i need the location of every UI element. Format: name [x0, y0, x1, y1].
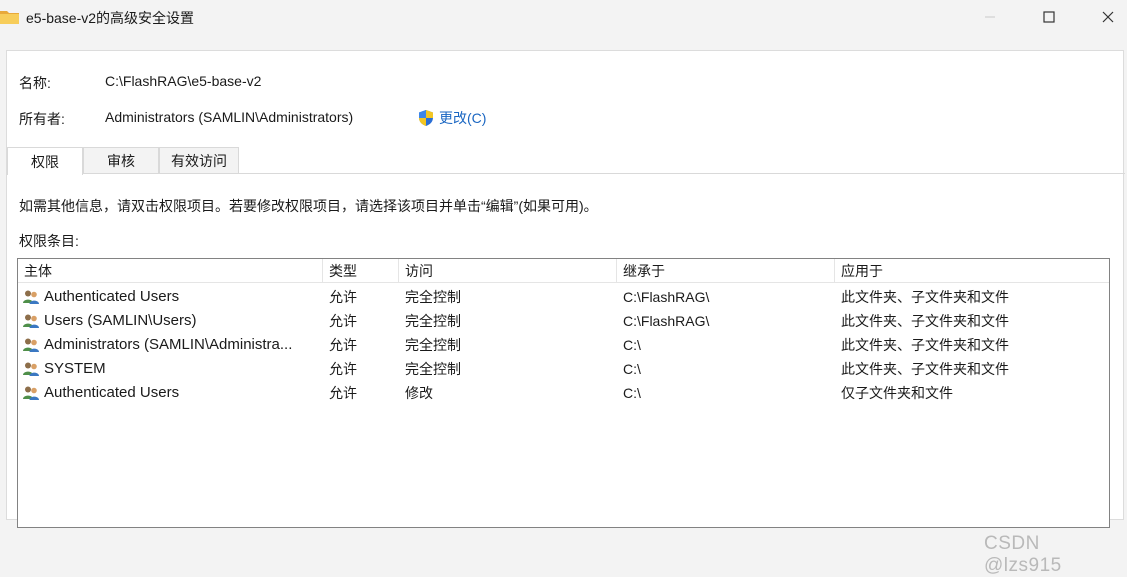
applies-to-cell: 此文件夹、子文件夹和文件 — [841, 289, 1009, 305]
applies-to-cell: 此文件夹、子文件夹和文件 — [841, 361, 1009, 377]
watermark: CSDN @lzs915 — [984, 533, 1062, 576]
principal-cell: Administrators (SAMLIN\Administra... — [18, 333, 323, 357]
applies-to-cell: 仅子文件夹和文件 — [841, 385, 953, 401]
principal-text: Authenticated Users — [44, 288, 180, 305]
column-header-principal[interactable]: 主体 — [18, 259, 323, 283]
change-owner-label: 更改(C) — [439, 110, 487, 126]
principal-text: Administrators (SAMLIN\Administra... — [44, 336, 293, 353]
change-owner-link[interactable]: 更改(C) — [417, 108, 486, 128]
principal-text: SYSTEM — [44, 360, 106, 377]
table-row[interactable]: Users (SAMLIN\Users) 允许 完全控制 C:\FlashRAG\ 此文… — [18, 309, 1109, 333]
owner-label: 所有者: — [19, 111, 65, 127]
user-group-icon — [23, 338, 39, 352]
column-header-applies-to[interactable]: 应用于 — [835, 259, 1109, 283]
inherited-from-cell: C:\ — [623, 385, 641, 401]
window-title: e5-base-v2的高级安全设置 — [26, 10, 195, 26]
close-button[interactable] — [1085, 0, 1127, 34]
principal-cell: Users (SAMLIN\Users) — [18, 309, 323, 333]
tab-permissions-label: 权限 — [31, 153, 59, 170]
inherited-from-cell: C:\ — [623, 361, 641, 377]
maximize-icon — [1043, 11, 1055, 23]
type-cell: 允许 — [329, 337, 357, 353]
access-cell: 完全控制 — [405, 313, 461, 329]
name-label: 名称: — [19, 75, 51, 91]
user-group-icon — [23, 314, 39, 328]
tab-divider — [7, 173, 1125, 174]
access-cell: 完全控制 — [405, 289, 461, 305]
table-row[interactable]: Administrators (SAMLIN\Administra... 允许 完全… — [18, 333, 1109, 357]
table-row[interactable]: Authenticated Users 允许 完全控制 C:\FlashRAG\ 此文件… — [18, 285, 1109, 309]
title-bar: e5-base-v2的高级安全设置 — [0, 0, 1127, 36]
permission-entries-label: 权限条目: — [19, 233, 79, 249]
tab-strip: 权限 审核 有效访问 — [7, 147, 1125, 175]
type-cell: 允许 — [329, 289, 357, 305]
uac-shield-icon — [419, 110, 433, 126]
owner-value: Administrators (SAMLIN\Administrators) — [105, 109, 354, 125]
user-group-icon — [23, 362, 39, 376]
tab-effective-access[interactable]: 有效访问 — [159, 147, 239, 174]
user-group-icon — [23, 386, 39, 400]
folder-icon — [0, 11, 19, 24]
minimize-button[interactable] — [967, 0, 1013, 34]
inherited-from-cell: C:\FlashRAG\ — [623, 313, 710, 329]
tab-effective-access-label: 有效访问 — [171, 153, 227, 169]
principal-text: Users (SAMLIN\Users) — [44, 312, 197, 329]
type-cell: 允许 — [329, 361, 357, 377]
info-text: 如需其他信息，请双击权限项目。若要修改权限项目，请选择该项目并单击“编辑”(如果… — [19, 198, 598, 214]
table-row[interactable]: Authenticated Users 允许 修改 C:\ 仅子文件夹和文件 — [18, 381, 1109, 405]
access-cell: 完全控制 — [405, 361, 461, 377]
column-header-access[interactable]: 访问 — [399, 259, 617, 283]
column-header-inherited-from[interactable]: 继承于 — [617, 259, 835, 283]
close-icon — [1102, 11, 1114, 23]
inherited-from-cell: C:\FlashRAG\ — [623, 289, 710, 305]
user-group-icon — [23, 290, 39, 304]
maximize-button[interactable] — [1026, 0, 1072, 34]
minimize-icon — [985, 16, 995, 18]
tab-auditing[interactable]: 审核 — [83, 147, 159, 174]
column-header-type[interactable]: 类型 — [323, 259, 399, 283]
tab-permissions[interactable]: 权限 — [7, 147, 83, 175]
principal-text: Authenticated Users — [44, 384, 180, 401]
name-value[interactable]: C:\FlashRAG\e5-base-v2 — [105, 73, 261, 89]
permission-entries-list[interactable]: 主体 类型 访问 继承于 应用于 Authenticated Users 允许 完全… — [17, 258, 1110, 528]
list-header: 主体 类型 访问 继承于 应用于 — [18, 259, 1109, 283]
principal-cell: Authenticated Users — [18, 285, 323, 309]
access-cell: 修改 — [405, 385, 433, 401]
access-cell: 完全控制 — [405, 337, 461, 353]
principal-cell: Authenticated Users — [18, 381, 323, 405]
inherited-from-cell: C:\ — [623, 337, 641, 353]
tab-auditing-label: 审核 — [107, 153, 135, 169]
principal-cell: SYSTEM — [18, 357, 323, 381]
type-cell: 允许 — [329, 313, 357, 329]
table-row[interactable]: SYSTEM 允许 完全控制 C:\ 此文件夹、子文件夹和文件 — [18, 357, 1109, 381]
applies-to-cell: 此文件夹、子文件夹和文件 — [841, 337, 1009, 353]
type-cell: 允许 — [329, 385, 357, 401]
applies-to-cell: 此文件夹、子文件夹和文件 — [841, 313, 1009, 329]
security-panel: 名称: C:\FlashRAG\e5-base-v2 所有者: Administ… — [6, 50, 1125, 576]
